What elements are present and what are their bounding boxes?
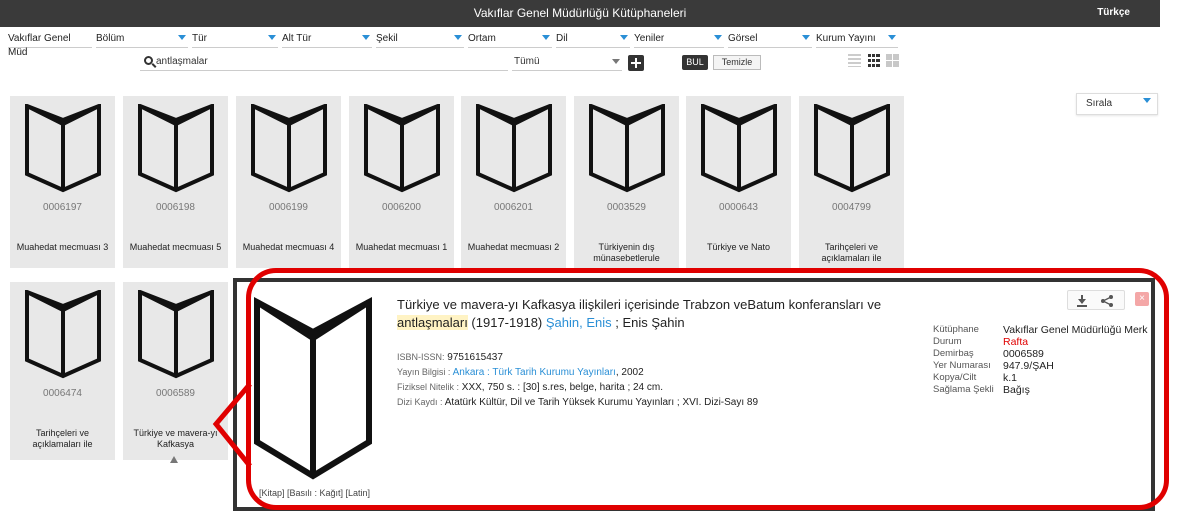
status-badge: Rafta	[1003, 336, 1029, 348]
result-card[interactable]: 0006201 Muahedat mecmuası 2	[461, 96, 566, 268]
card-title: Muahedat mecmuası 1	[355, 242, 448, 252]
record-actions	[1067, 290, 1125, 310]
card-number: 0003529	[607, 202, 646, 213]
format-info: [Kitap] [Basılı : Kağıt] [Latin]	[259, 488, 371, 498]
filter-visual[interactable]: Görsel	[728, 32, 812, 48]
book-cover-icon	[254, 296, 372, 480]
detail-panel: [Kitap] [Basılı : Kağıt] [Latin] Türkiye…	[233, 278, 1155, 511]
card-title: Tarihçeleri ve açıklamaları ile	[821, 242, 882, 263]
filter-new[interactable]: Yeniler	[634, 32, 724, 48]
grid-view-icon[interactable]	[867, 54, 880, 67]
record-meta: ISBN-ISSN: 9751615437 Yayın Bilgisi : An…	[397, 352, 759, 408]
filter-library[interactable]: Vakıflar Genel Müd	[8, 32, 92, 58]
chevron-down-icon	[620, 35, 628, 40]
card-title: Tarihçeleri ve açıklamaları ile	[32, 428, 93, 449]
result-card[interactable]: 0000643 Türkiye ve Nato	[686, 96, 791, 268]
list-view-icon[interactable]	[848, 54, 861, 67]
chevron-down-icon	[362, 35, 370, 40]
selected-indicator-icon	[170, 456, 178, 463]
chevron-down-icon	[178, 35, 186, 40]
result-card-selected[interactable]: 0006589 Türkiye ve mavera-yı Kafkasya	[123, 282, 228, 460]
add-criteria-button[interactable]	[628, 55, 644, 71]
chevron-down-icon	[542, 35, 550, 40]
chevron-down-icon	[454, 35, 462, 40]
search-scope-select[interactable]: Tümü	[512, 54, 622, 71]
filter-section[interactable]: Bölüm	[96, 32, 188, 48]
result-card[interactable]: 0006474 Tarihçeleri ve açıklamaları ile	[10, 282, 115, 460]
filter-subtype[interactable]: Alt Tür	[282, 32, 372, 48]
card-number: 0006197	[43, 202, 82, 213]
record-title: Türkiye ve mavera-yı Kafkasya ilişkileri…	[397, 297, 882, 330]
download-icon[interactable]	[1076, 295, 1088, 307]
book-icon	[136, 290, 216, 380]
book-icon	[699, 104, 779, 194]
physical-description: XXX, 750 s. : [30] s.res, belge, harita …	[461, 382, 664, 393]
card-number: 0000643	[719, 202, 758, 213]
chevron-down-icon	[802, 35, 810, 40]
language-selector[interactable]: Türkçe	[1097, 7, 1130, 18]
chevron-down-icon	[1143, 98, 1151, 103]
holdings-info: Kütüphane Vakıflar Genel Müdürlüğü Merk D…	[933, 324, 1148, 396]
card-title: Türkiye ve Nato	[706, 242, 771, 252]
top-bar: Vakıflar Genel Müdürlüğü Kütüphaneleri T…	[0, 0, 1160, 27]
card-number: 0006474	[43, 388, 82, 399]
search-highlight: antlaşmaları	[397, 315, 468, 330]
card-title: Türkiyenin dış münasebetlerule	[593, 242, 660, 263]
book-icon	[474, 104, 554, 194]
card-title: Muahedat mecmuası 3	[16, 242, 109, 252]
isbn-value: 9751615437	[447, 352, 503, 363]
chevron-down-icon	[714, 35, 722, 40]
book-icon	[136, 104, 216, 194]
chevron-down-icon	[888, 35, 896, 40]
search-icon	[144, 56, 153, 65]
card-number: 0006199	[269, 202, 308, 213]
card-number: 0006201	[494, 202, 533, 213]
result-card[interactable]: 0003529 Türkiyenin dış münasebetlerule	[574, 96, 679, 268]
book-icon	[362, 104, 442, 194]
card-number: 0004799	[832, 202, 871, 213]
book-icon	[23, 290, 103, 380]
filter-medium[interactable]: Ortam	[468, 32, 552, 48]
publisher-link[interactable]: Ankara : Türk Tarih Kurumu Yayınları	[453, 367, 616, 378]
filter-type[interactable]: Tür	[192, 32, 278, 48]
chevron-down-icon	[612, 59, 620, 64]
result-card[interactable]: 0006199 Muahedat mecmuası 4	[236, 96, 341, 268]
large-grid-view-icon[interactable]	[886, 54, 899, 67]
card-title: Muahedat mecmuası 2	[467, 242, 560, 252]
series-value: Atatürk Kültür, Dil ve Tarih Yüksek Kuru…	[444, 397, 759, 408]
find-button[interactable]: BUL	[682, 55, 708, 70]
book-icon	[249, 104, 329, 194]
card-title: Muahedat mecmuası 5	[129, 242, 222, 252]
card-number: 0006200	[382, 202, 421, 213]
book-icon	[23, 104, 103, 194]
chevron-down-icon	[268, 35, 276, 40]
card-number: 0006198	[156, 202, 195, 213]
result-card[interactable]: 0006198 Muahedat mecmuası 5	[123, 96, 228, 268]
card-title: Türkiye ve mavera-yı Kafkasya	[133, 428, 218, 449]
clear-button[interactable]: Temizle	[713, 55, 761, 70]
filter-shape[interactable]: Şekil	[376, 32, 464, 48]
sort-select[interactable]: Sırala	[1076, 93, 1158, 115]
result-card[interactable]: 0004799 Tarihçeleri ve açıklamaları ile	[799, 96, 904, 268]
book-icon	[587, 104, 667, 194]
share-icon[interactable]	[1100, 294, 1114, 308]
card-number: 0006589	[156, 388, 195, 399]
page-title: Vakıflar Genel Müdürlüğü Kütüphaneleri	[473, 6, 687, 20]
card-title: Muahedat mecmuası 4	[242, 242, 335, 252]
filter-language[interactable]: Dil	[556, 32, 630, 48]
book-icon	[812, 104, 892, 194]
result-card[interactable]: 0006197 Muahedat mecmuası 3	[10, 96, 115, 268]
author-link[interactable]: Şahin, Enis	[546, 315, 612, 330]
filter-institution-publication[interactable]: Kurum Yayını	[816, 32, 898, 48]
close-button[interactable]: ×	[1135, 292, 1149, 306]
result-card[interactable]: 0006200 Muahedat mecmuası 1	[349, 96, 454, 268]
search-input[interactable]: antlaşmalar	[140, 54, 508, 71]
